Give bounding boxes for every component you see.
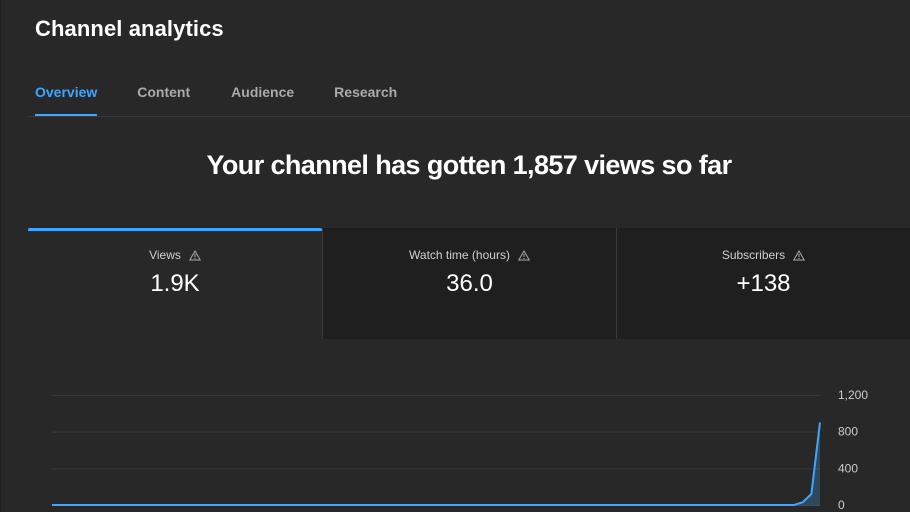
- series-area: [52, 422, 820, 505]
- tab-overview[interactable]: Overview: [35, 84, 98, 116]
- chart-svg: 1,200 800 400 0: [52, 388, 868, 512]
- analytics-page: Channel analytics Overview Content Audie…: [0, 0, 910, 512]
- metric-value-watch-time: 36.0: [446, 270, 493, 297]
- tab-bar: Overview Content Audience Research: [35, 84, 397, 116]
- left-divider: [0, 0, 1, 512]
- page-title: Channel analytics: [35, 16, 224, 41]
- tab-audience[interactable]: Audience: [231, 84, 294, 116]
- metric-card-views[interactable]: Views 1.9K: [28, 228, 322, 339]
- metric-label-views: Views: [149, 248, 181, 262]
- tabs-divider: [28, 116, 910, 117]
- warning-icon[interactable]: [793, 249, 806, 261]
- metric-label-subscribers: Subscribers: [721, 248, 786, 262]
- series-line[interactable]: [52, 422, 821, 506]
- y-tick-label: 800: [838, 425, 858, 439]
- metric-value-subscribers: +138: [736, 270, 791, 297]
- y-tick-label: 1,200: [838, 388, 868, 402]
- y-tick-label: 0: [838, 498, 845, 512]
- metric-label-watch-time: Watch time (hours): [409, 248, 510, 262]
- metric-value-views: 1.9K: [150, 270, 200, 297]
- warning-icon[interactable]: [188, 249, 201, 261]
- metric-card-watch-time[interactable]: Watch time (hours) 36.0: [322, 228, 616, 339]
- headline: Your channel has gotten 1,857 views so f…: [206, 150, 733, 180]
- views-chart: 1,200 800 400 0: [28, 339, 910, 512]
- y-tick-label: 400: [838, 461, 858, 475]
- tab-research[interactable]: Research: [334, 84, 397, 116]
- metric-card-subscribers[interactable]: Subscribers +138: [616, 228, 910, 339]
- metric-cards: Views 1.9K Watch time (hours) 36.0 Subsc…: [28, 228, 910, 339]
- warning-icon[interactable]: [517, 249, 530, 261]
- tab-content[interactable]: Content: [137, 84, 190, 116]
